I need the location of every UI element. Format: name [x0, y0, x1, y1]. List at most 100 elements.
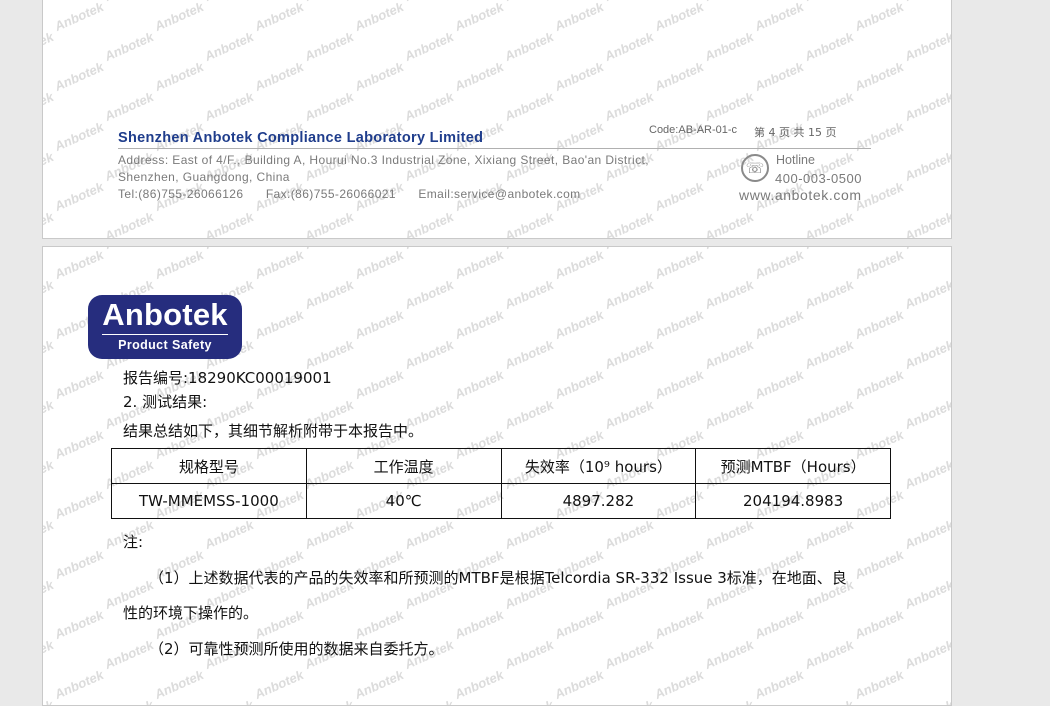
watermark-text: Anbotek [452, 59, 506, 94]
watermark-text: Anbotek [902, 0, 951, 4]
watermark-text: Anbotek [702, 517, 756, 552]
watermark-text: Anbotek [502, 277, 556, 312]
watermark-text: Anbotek [42, 149, 56, 184]
watermark-text: Anbotek [452, 667, 506, 702]
watermark-text: Anbotek [52, 547, 106, 582]
table-header-row: 规格型号 工作温度 失效率（10⁹ hours） 预测MTBF（Hours） [111, 448, 891, 484]
watermark-text: Anbotek [802, 697, 856, 705]
watermark-text: Anbotek [902, 517, 952, 552]
website: www.anbotek.com [739, 187, 862, 203]
hotline-number: 400-003-0500 [775, 171, 862, 186]
report-page-4: Anbotek Anbotek Anbotek Anbotek Anbotek Anbot… [42, 246, 952, 706]
note-1-line-1: （1）上述数据代表的产品的失效率和所预测的MTBF是根据Telcordia SR… [149, 569, 847, 587]
watermark-text: Anbotek [652, 247, 706, 282]
watermark-text: Anbotek [602, 209, 656, 239]
watermark-text: Anbotek [852, 247, 906, 282]
watermark-text: Anbotek [352, 0, 406, 34]
watermark-text: Anbotek [352, 247, 406, 282]
watermark-text: Anbotek [602, 637, 656, 672]
watermark-text: Anbotek [502, 697, 556, 705]
watermark-text: Anbotek [702, 277, 756, 312]
watermark-text: Anbotek [902, 697, 951, 705]
watermark-text: Anbotek [402, 89, 456, 124]
watermark-text: Anbotek [52, 607, 106, 642]
watermark-text: Anbotek [43, 0, 56, 4]
watermark-text: Anbotek [202, 209, 256, 239]
note-2: （2）可靠性预测所使用的数据来自委托方。 [149, 640, 444, 658]
report-number: 报告编号:18290KC00019001 [123, 369, 332, 387]
watermark-text: Anbotek [42, 517, 56, 552]
watermark-text: Anbotek [802, 637, 856, 672]
watermark-text: Anbotek [652, 0, 706, 34]
watermark-text: Anbotek [702, 89, 756, 124]
watermark-text: Anbotek [302, 517, 356, 552]
watermark-text: Anbotek [43, 247, 56, 252]
watermark-text: Anbotek [602, 89, 656, 124]
watermark-text: Anbotek [52, 247, 106, 282]
watermark-text: Anbotek [42, 337, 56, 372]
watermark-text: Anbotek [202, 247, 256, 252]
watermark-text: Anbotek [802, 277, 856, 312]
watermark-text: Anbotek [42, 89, 56, 124]
watermark-text: Anbotek [302, 247, 356, 252]
watermark-text: Anbotek [602, 247, 656, 252]
watermark-text: Anbotek [652, 367, 706, 402]
watermark-text: Anbotek [302, 697, 356, 705]
watermark-text: Anbotek [702, 637, 756, 672]
contact-line: Tel:(86)755-26066126 Fax:(86)755-2606602… [118, 187, 581, 201]
watermark-text: Anbotek [702, 337, 756, 372]
watermark-text: Anbotek [52, 119, 106, 154]
address-line-1: Address: East of 4/F., Building A, Houru… [118, 153, 649, 167]
table-header-cell: 工作温度 [305, 448, 502, 484]
watermark-text: Anbotek [152, 59, 206, 94]
watermark-text: Anbotek [252, 667, 306, 702]
watermark-text: Anbotek [552, 367, 606, 402]
anbotek-logo: Anbotek Product Safety [88, 295, 242, 359]
watermark-text: Anbotek [502, 209, 556, 239]
watermark-text: Anbotek [852, 607, 906, 642]
watermark-text: Anbotek [552, 247, 606, 282]
watermark-text: Anbotek [252, 607, 306, 642]
watermark-text: Anbotek [52, 179, 106, 214]
watermark-text: Anbotek [902, 457, 952, 492]
note-1-line-2: 性的环境下操作的。 [123, 604, 259, 622]
watermark-text: Anbotek [502, 337, 556, 372]
watermark-text: Anbotek [652, 607, 706, 642]
watermark-text: Anbotek [802, 517, 856, 552]
logo-subtitle: Product Safety [118, 338, 212, 352]
watermark-text: Anbotek [202, 0, 256, 4]
table-cell: TW-MMEMSS-1000 [111, 483, 307, 519]
watermark-text: Anbotek [602, 517, 656, 552]
watermark-text: Anbotek [302, 209, 356, 239]
watermark-text: Anbotek [42, 577, 56, 612]
table-header-cell: 规格型号 [111, 448, 307, 484]
watermark-text: Anbotek [852, 307, 906, 342]
watermark-text: Anbotek [702, 29, 756, 64]
watermark-text: Anbotek [52, 487, 106, 522]
watermark-text: Anbotek [652, 179, 706, 214]
watermark-text: Anbotek [352, 667, 406, 702]
watermark-text: Anbotek [42, 637, 56, 672]
table-cell: 4897.282 [500, 483, 697, 519]
logo-divider [102, 334, 228, 335]
watermark-text: Anbotek [852, 59, 906, 94]
watermark-text: Anbotek [752, 0, 806, 34]
watermark-text: Anbotek [752, 367, 806, 402]
watermark-text: Anbotek [302, 89, 356, 124]
watermark-text: Anbotek [52, 667, 106, 702]
watermark-text: Anbotek [452, 607, 506, 642]
watermark-text: Anbotek [602, 337, 656, 372]
watermark-text: Anbotek [702, 0, 756, 4]
watermark-text: Anbotek [402, 337, 456, 372]
watermark-text: Anbotek [452, 247, 506, 282]
watermark-text: Anbotek [852, 547, 906, 582]
watermark-text: Anbotek [252, 247, 306, 282]
watermark-text: Anbotek [902, 209, 952, 239]
watermark-text: Anbotek [902, 637, 952, 672]
watermark-text: Anbotek [402, 209, 456, 239]
watermark-text: Anbotek [552, 607, 606, 642]
watermark-text: Anbotek [652, 59, 706, 94]
report-page-3: Anbotek Anbotek Anbotek Anbotek Anbotek Anbot… [42, 0, 952, 239]
document-code: Code:AB-AR-01-c [649, 124, 738, 136]
watermark-text: Anbotek [502, 89, 556, 124]
